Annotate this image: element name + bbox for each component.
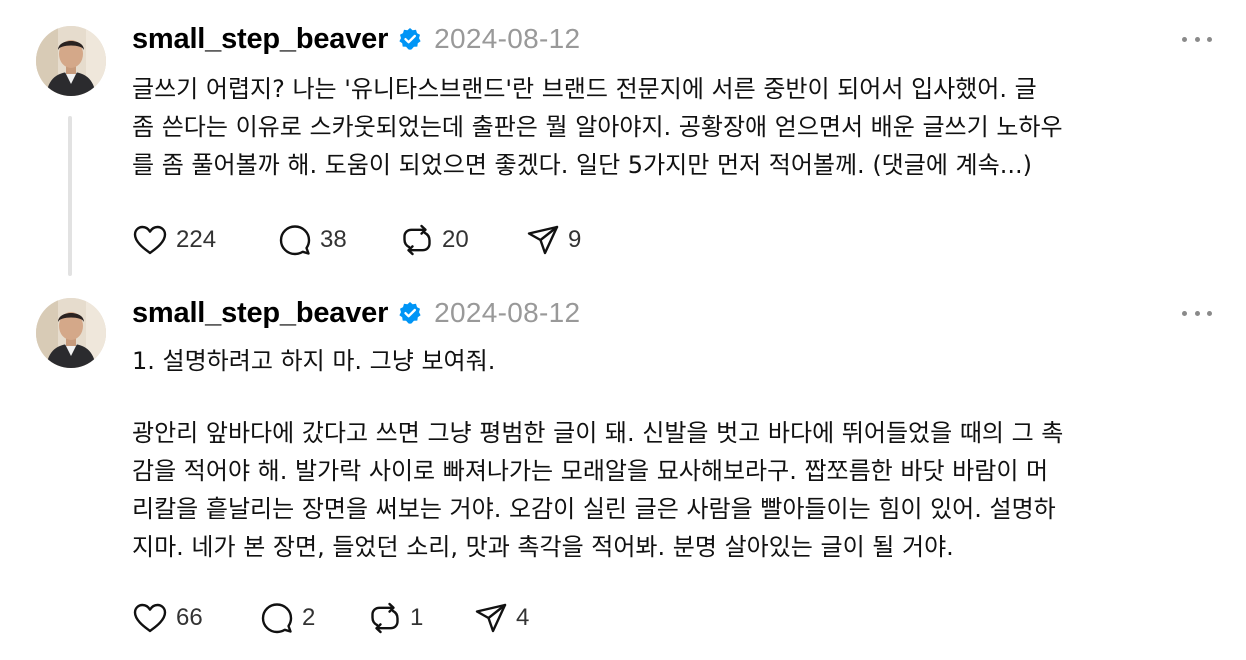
post-header: small_step_beaver 2024-08-12 — [132, 21, 580, 57]
repost-icon — [368, 601, 402, 635]
post-actions: 66 2 1 4 — [132, 598, 529, 638]
thread: small_step_beaver 2024-08-12 글쓰기 어렵지? 나는… — [0, 0, 1246, 660]
post: small_step_beaver 2024-08-12 글쓰기 어렵지? 나는… — [0, 0, 1246, 290]
comment-button[interactable]: 2 — [260, 598, 368, 638]
like-button[interactable]: 66 — [132, 598, 260, 638]
repost-button[interactable]: 20 — [400, 220, 526, 260]
repost-button[interactable]: 1 — [368, 598, 474, 638]
username[interactable]: small_step_beaver — [132, 297, 388, 330]
more-options-icon[interactable] — [1182, 33, 1212, 45]
comment-count: 38 — [320, 226, 347, 253]
repost-count: 20 — [442, 226, 469, 253]
post-text-line: 감을 적어야 해. 발가락 사이로 빠져나가는 모래알을 묘사해보라구. 짭쪼름… — [132, 457, 1049, 485]
share-button[interactable]: 4 — [474, 598, 529, 638]
repost-icon — [400, 223, 434, 257]
repost-count: 1 — [410, 604, 424, 631]
send-icon — [526, 223, 560, 257]
like-button[interactable]: 224 — [132, 220, 278, 260]
heart-icon — [132, 602, 168, 634]
username[interactable]: small_step_beaver — [132, 23, 388, 56]
more-options-icon[interactable] — [1182, 307, 1212, 319]
share-count: 4 — [516, 604, 530, 631]
heart-icon — [132, 224, 168, 256]
post-actions: 224 38 20 9 — [132, 220, 581, 260]
post-text: 1. 설명하려고 하지 마. 그냥 보여줘. 광안리 앞바다에 갔다고 쓰면 그… — [132, 342, 1212, 566]
comment-button[interactable]: 38 — [278, 220, 400, 260]
share-button[interactable]: 9 — [526, 220, 581, 260]
thread-connector-line — [68, 116, 72, 276]
post-text: 글쓰기 어렵지? 나는 '유니타스브랜드'란 브랜드 전문지에 서른 중반이 되… — [132, 70, 1212, 184]
post-date: 2024-08-12 — [434, 23, 581, 54]
share-count: 9 — [568, 226, 582, 253]
post-heading: 1. 설명하려고 하지 마. 그냥 보여줘. — [132, 347, 496, 375]
post-text-line: 좀 쓴다는 이유로 스카웃되었는데 출판은 뭘 알아야지. 공황장애 얻으면서 … — [132, 113, 1063, 141]
comment-count: 2 — [302, 604, 316, 631]
post-text-line: 리칼을 흩날리는 장면을 써보는 거야. 오감이 실린 글은 사람을 빨아들이는… — [132, 495, 1056, 523]
post-text-line: 글쓰기 어렵지? 나는 '유니타스브랜드'란 브랜드 전문지에 서른 중반이 되… — [132, 75, 1037, 103]
avatar[interactable] — [36, 298, 106, 368]
verified-badge-icon — [398, 27, 422, 51]
send-icon — [474, 601, 508, 635]
post-text-line: 를 좀 풀어볼까 해. 도움이 되었으면 좋겠다. 일단 5가지만 먼저 적어볼… — [132, 151, 1032, 179]
like-count: 224 — [176, 226, 217, 253]
post-text-line: 지마. 네가 본 장면, 들었던 소리, 맛과 촉각을 적어봐. 분명 살아있는… — [132, 533, 954, 561]
comment-bubble-icon — [278, 223, 312, 257]
post-header: small_step_beaver 2024-08-12 — [132, 295, 580, 331]
post-date: 2024-08-12 — [434, 297, 581, 328]
avatar[interactable] — [36, 26, 106, 96]
verified-badge-icon — [398, 301, 422, 325]
post-text-line: 광안리 앞바다에 갔다고 쓰면 그냥 평범한 글이 돼. 신발을 벗고 바다에 … — [132, 419, 1064, 447]
like-count: 66 — [176, 604, 203, 631]
comment-bubble-icon — [260, 601, 294, 635]
post: small_step_beaver 2024-08-12 1. 설명하려고 하지… — [0, 290, 1246, 660]
